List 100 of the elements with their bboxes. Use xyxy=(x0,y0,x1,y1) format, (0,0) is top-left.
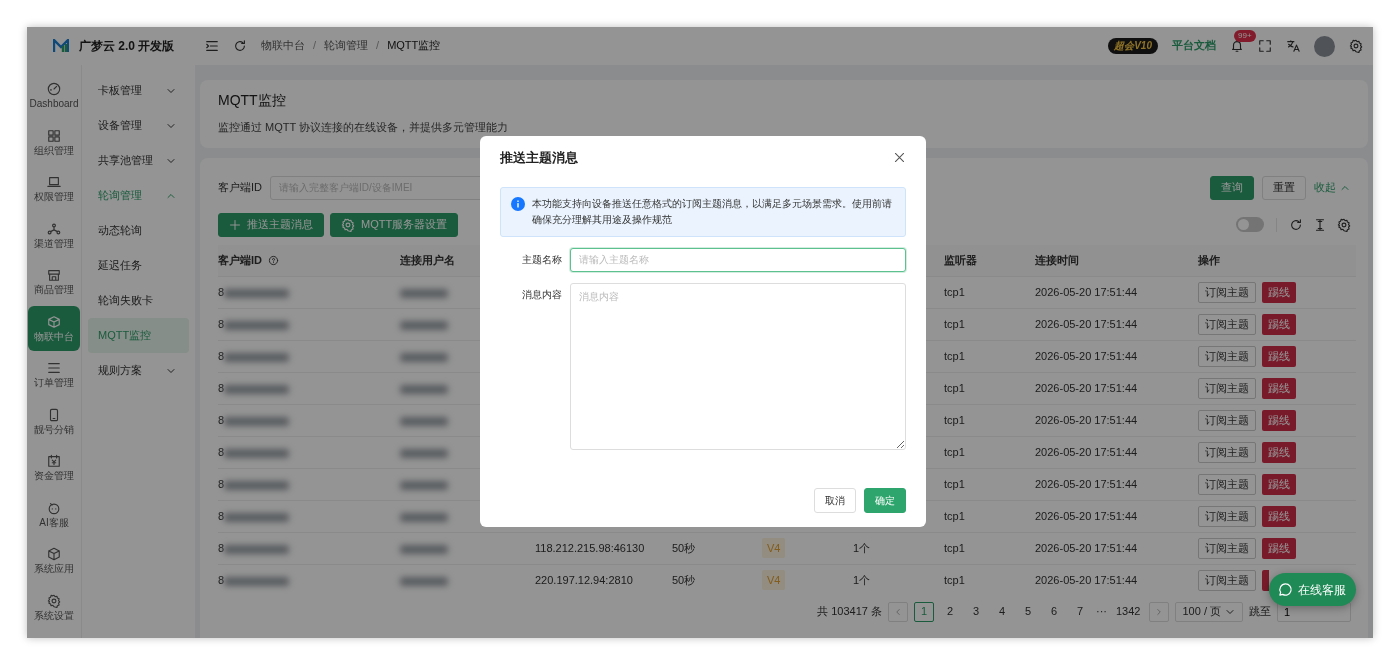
chat-button[interactable]: 在线客服 xyxy=(1269,573,1356,606)
kick-button[interactable]: 踢线 xyxy=(1262,506,1296,527)
rail-item[interactable]: 系统应用 xyxy=(28,538,80,584)
confirm-button[interactable]: 确定 xyxy=(864,488,906,513)
submenu-item[interactable]: 延迟任务 xyxy=(88,248,189,283)
jump-label: 跳至 xyxy=(1249,605,1271,619)
breadcrumb-item[interactable]: 轮询管理 xyxy=(324,39,369,53)
ellipsis: ··· xyxy=(1096,605,1107,619)
kick-button[interactable]: 踢线 xyxy=(1262,378,1296,399)
rail-item[interactable]: 物联中台 xyxy=(28,305,80,351)
breadcrumb-separator: / xyxy=(313,39,317,53)
avatar[interactable] xyxy=(1314,35,1335,57)
rail-item[interactable]: 商品管理 xyxy=(28,259,80,305)
page-size-select[interactable]: 100 / 页 xyxy=(1175,602,1243,622)
page-button[interactable]: 5 xyxy=(1018,602,1038,622)
docs-link[interactable]: 平台文档 xyxy=(1172,39,1216,53)
page-button[interactable]: 4 xyxy=(992,602,1012,622)
subscribe-button[interactable]: 订阅主题 xyxy=(1198,538,1256,559)
page-title: MQTT监控 xyxy=(218,92,287,109)
kick-button[interactable]: 踢线 xyxy=(1262,410,1296,431)
action-button[interactable]: MQTT服务器设置 xyxy=(330,213,459,237)
page-button[interactable]: 1 xyxy=(914,602,934,622)
subscribe-button[interactable]: 订阅主题 xyxy=(1198,346,1256,367)
rail-item[interactable]: AI客服 xyxy=(28,491,80,537)
kick-button[interactable]: 踢线 xyxy=(1262,474,1296,495)
subscribe-button[interactable]: 订阅主题 xyxy=(1198,410,1256,431)
column-header: 操作 xyxy=(1198,255,1220,266)
reset-button[interactable]: 重置 xyxy=(1262,176,1306,200)
kick-button[interactable]: 踢线 xyxy=(1262,314,1296,335)
phone-icon xyxy=(47,407,61,422)
action-button[interactable]: 推送主题消息 xyxy=(218,213,324,237)
blurred-text xyxy=(400,576,448,586)
kick-button[interactable]: 踢线 xyxy=(1262,442,1296,463)
subscribe-button[interactable]: 订阅主题 xyxy=(1198,314,1256,335)
table-cell: tcp1 xyxy=(944,510,965,522)
breadcrumb-item[interactable]: 物联中台 xyxy=(261,39,305,53)
client-id-text: 8 xyxy=(218,446,225,458)
submenu-item[interactable]: 规则方案 xyxy=(88,353,189,388)
submenu-item[interactable]: 动态轮询 xyxy=(88,213,189,248)
page-button[interactable]: 7 xyxy=(1070,602,1090,622)
translate-icon xyxy=(1286,39,1300,53)
submenu-item[interactable]: 轮询管理 xyxy=(88,178,189,213)
gauge-icon xyxy=(47,82,61,97)
query-button[interactable]: 查询 xyxy=(1210,176,1254,200)
logo-icon xyxy=(53,39,69,53)
page-button[interactable]: 6 xyxy=(1044,602,1064,622)
kick-button[interactable]: 踢线 xyxy=(1262,538,1296,559)
total-count: 共 103417 条 xyxy=(817,605,882,619)
chat-icon xyxy=(1278,582,1293,597)
rail-item[interactable]: 权限管理 xyxy=(28,166,80,212)
table-cell: 2026-05-20 17:51:44 xyxy=(1035,286,1138,298)
close-button[interactable] xyxy=(893,151,906,165)
client-id-text: 8 xyxy=(218,382,225,394)
table-cell: 2026-05-20 17:51:44 xyxy=(1035,414,1138,426)
table-cell: 2026-05-20 17:51:44 xyxy=(1035,574,1138,586)
page-button[interactable]: 3 xyxy=(966,602,986,622)
blurred-text xyxy=(224,576,290,586)
refresh-icon xyxy=(233,39,247,53)
table-cell: tcp1 xyxy=(944,446,965,458)
rail-item[interactable]: 靓号分销 xyxy=(28,398,80,444)
cancel-button[interactable]: 取消 xyxy=(814,488,856,513)
submenu-item[interactable]: 轮询失败卡 xyxy=(88,283,189,318)
column-header: 客户端ID xyxy=(218,255,262,266)
column-header: 连接时间 xyxy=(1035,255,1079,266)
rail-item[interactable]: 渠道管理 xyxy=(28,212,80,258)
subscribe-button[interactable]: 订阅主题 xyxy=(1198,506,1256,527)
rail-item[interactable]: 系统设置 xyxy=(28,584,80,630)
page-button[interactable]: 1342 xyxy=(1113,602,1144,622)
subscribe-button[interactable]: 订阅主题 xyxy=(1198,569,1256,591)
rail-item[interactable]: 资金管理 xyxy=(28,445,80,491)
kick-button[interactable]: 踢线 xyxy=(1262,346,1296,367)
subscribe-button[interactable]: 订阅主题 xyxy=(1198,378,1256,399)
rail-item[interactable]: Dashboard xyxy=(28,73,80,119)
submenu-item[interactable]: 卡板管理 xyxy=(88,73,189,108)
collapse-link[interactable]: 收起 xyxy=(1314,182,1351,194)
blurred-text xyxy=(400,416,448,426)
store-icon xyxy=(47,268,61,283)
submenu-item[interactable]: 共享池管理 xyxy=(88,143,189,178)
rail-item[interactable]: 组织管理 xyxy=(28,119,80,165)
toggle-switch[interactable] xyxy=(1236,217,1264,233)
laptop-icon xyxy=(47,175,61,190)
table-cell: tcp1 xyxy=(944,286,965,298)
kick-button[interactable]: 踢线 xyxy=(1262,282,1296,303)
table-cell: 2026-05-20 17:51:44 xyxy=(1035,318,1138,330)
rail-item[interactable]: 订单管理 xyxy=(28,352,80,398)
page-button[interactable]: 2 xyxy=(940,602,960,622)
submenu-item[interactable]: MQTT监控 xyxy=(88,318,189,353)
fullscreen-icon xyxy=(1258,39,1272,53)
subscribe-button[interactable]: 订阅主题 xyxy=(1198,442,1256,463)
table-cell: tcp1 xyxy=(944,574,965,586)
client-id-text: 8 xyxy=(218,286,225,298)
message-textarea[interactable]: 消息内容 xyxy=(570,282,906,450)
blurred-text xyxy=(224,288,290,298)
table-cell: 2026-05-20 17:51:44 xyxy=(1035,510,1138,522)
submenu-item[interactable]: 设备管理 xyxy=(88,108,189,143)
kick-button[interactable] xyxy=(1262,570,1269,592)
bell-icon xyxy=(1230,39,1244,53)
vip-badge[interactable]: 超会V10 xyxy=(1108,38,1158,54)
subscribe-button[interactable]: 订阅主题 xyxy=(1198,474,1256,495)
subscribe-button[interactable]: 订阅主题 xyxy=(1198,282,1256,303)
